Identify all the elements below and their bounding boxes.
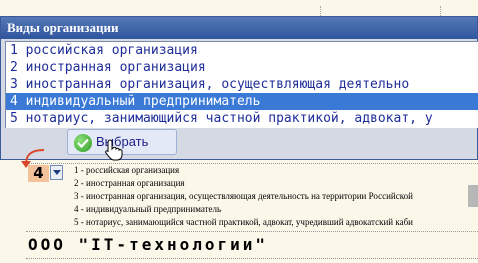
triangle-down-icon: [53, 170, 61, 175]
legend-item: 4 - индивидуальный предприниматель: [74, 204, 222, 214]
doc-dotted-line: [26, 258, 478, 259]
list-item[interactable]: 5 нотариус, занимающийся частной практик…: [6, 110, 478, 127]
organization-type-dialog: Виды организации 1 российская организаци…: [0, 16, 478, 160]
list-item-selected[interactable]: 4 индивидуальный предприниматель: [6, 93, 478, 110]
side-panel-edge: [468, 185, 478, 207]
organization-type-list[interactable]: 1 российская организация 2 иностранная о…: [5, 41, 478, 128]
curved-arrow-icon: [21, 149, 45, 168]
code-dropdown-button[interactable]: [50, 165, 63, 180]
check-circle-icon: [74, 134, 92, 152]
organization-type-legend: 1 - российская организация 2 - иностранн…: [74, 164, 474, 229]
legend-item: 2 - иностранная организация: [74, 178, 185, 188]
company-name: ООО "IT-технологии": [28, 235, 269, 254]
hand-pointer-icon: [105, 139, 123, 161]
legend-item: 5 - нотариус, занимающийся частной практ…: [74, 217, 413, 227]
list-item[interactable]: 3 иностранная организация, осуществляюща…: [6, 76, 478, 93]
legend-item: 3 - иностранная организация, осуществляю…: [74, 191, 413, 201]
list-item[interactable]: 1 российская организация: [6, 42, 478, 59]
legend-item: 1 - российская организация: [74, 165, 180, 175]
doc-dotted-line: [26, 231, 478, 232]
list-item[interactable]: 2 иностранная организация: [6, 59, 478, 76]
dialog-title: Виды организации: [1, 17, 477, 39]
